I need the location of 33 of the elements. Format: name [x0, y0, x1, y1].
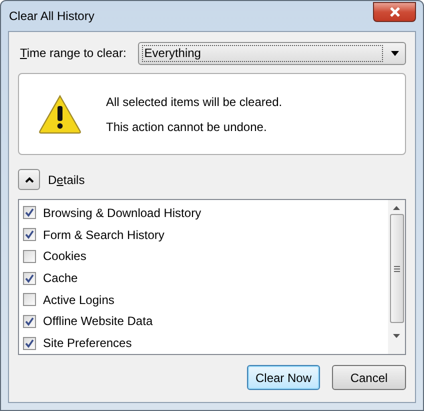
dialog-button[interactable]: Cancel [332, 365, 406, 390]
time-range-label: Time range to clear: [19, 45, 126, 62]
checkbox[interactable] [23, 272, 36, 285]
chevron-up-icon [24, 176, 34, 182]
details-label: Details [48, 172, 85, 188]
scroll-up-icon[interactable] [393, 206, 400, 210]
grip-icon [394, 266, 400, 272]
warning-text: All selected items will be cleared. [106, 94, 282, 110]
time-range-dropdown[interactable]: Everything [138, 42, 406, 64]
dropdown-arrow-icon [391, 50, 399, 56]
checkbox[interactable] [23, 250, 36, 263]
item-label: Cache [43, 270, 78, 288]
scrollbar-thumb[interactable] [390, 214, 404, 323]
window-title: Clear All History [9, 8, 94, 25]
item-label: Form & Search History [43, 226, 164, 244]
checkbox[interactable] [23, 336, 36, 350]
item-label: Active Logins [43, 292, 114, 309]
checkbox[interactable] [23, 206, 36, 220]
checkbox[interactable] [23, 314, 36, 328]
details-toggle-button[interactable] [18, 169, 40, 190]
scroll-down-icon[interactable] [393, 334, 400, 338]
checkbox[interactable] [23, 293, 36, 306]
checkbox[interactable] [23, 228, 36, 242]
item-label: Browsing & Download History [43, 204, 202, 222]
dialog-button[interactable]: Clear Now [247, 365, 320, 390]
warning-text: This action cannot be undone. [106, 118, 268, 136]
warning-icon [38, 94, 82, 134]
close-icon [388, 7, 400, 17]
item-label: Site Preferences [43, 335, 132, 352]
close-button[interactable] [373, 2, 416, 22]
scrollbar[interactable] [388, 200, 405, 354]
item-label: Cookies [43, 248, 86, 266]
item-label: Offline Website Data [43, 313, 153, 330]
